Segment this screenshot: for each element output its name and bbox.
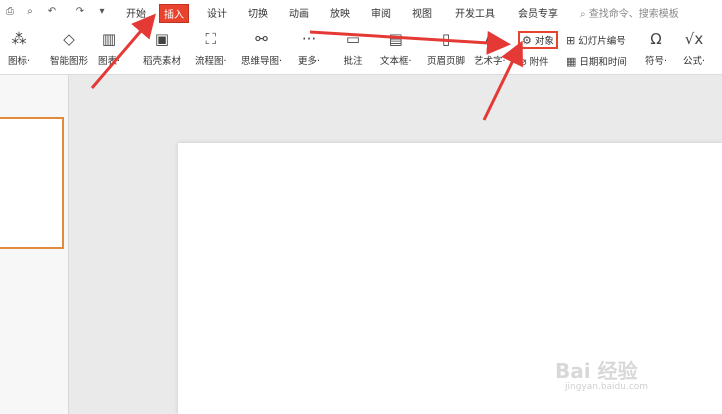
- comment-icon: ▭: [345, 30, 361, 48]
- formula-button[interactable]: √x 公式·: [683, 29, 705, 71]
- chart-icon: ▥: [101, 30, 117, 48]
- slide-thumbnail-panel: [0, 75, 69, 414]
- date-time-icon: ▦: [566, 54, 577, 68]
- smartart-button[interactable]: ◇ 智能图形: [50, 29, 88, 71]
- watermark-url: jingyan.baidu.com: [565, 382, 649, 392]
- slide-canvas[interactable]: [178, 143, 722, 414]
- tab-slideshow[interactable]: 放映: [330, 5, 350, 20]
- smartart-icon: ◇: [63, 30, 75, 48]
- material-button[interactable]: ▣ 稻壳素材: [143, 29, 181, 71]
- icon-library-icon: ⁂: [11, 30, 27, 48]
- flowchart-icon: ⛶: [205, 30, 217, 48]
- slide-thumbnail[interactable]: [0, 117, 64, 249]
- mindmap-button[interactable]: ⚯ 思维导图·: [241, 29, 282, 71]
- menu-bar: ⎙ ⌕ ↶ ↷ ▾ 开始 插入 设计 切换 动画 放映 审阅 视图 开发工具 会…: [0, 0, 722, 24]
- object-highlight: ⚙ 对象: [518, 31, 558, 49]
- object-button[interactable]: ⚙ 对象: [518, 31, 558, 49]
- material-icon: ▣: [154, 30, 170, 48]
- tab-review[interactable]: 审阅: [371, 5, 391, 20]
- tab-developer[interactable]: 开发工具: [455, 5, 495, 20]
- header-footer-icon: ▯: [441, 30, 451, 48]
- textbox-icon: ▤: [388, 30, 403, 48]
- tab-start[interactable]: 开始: [126, 5, 146, 20]
- search-icon: ⌕: [580, 9, 589, 20]
- textbox-button[interactable]: ▤ 文本框·: [380, 29, 412, 71]
- redo-icon[interactable]: ↷: [74, 5, 86, 17]
- search-box[interactable]: ⌕ 查找命令、搜索模板: [580, 5, 679, 20]
- tab-transition[interactable]: 切换: [248, 5, 268, 20]
- object-icon: ⚙: [522, 34, 532, 47]
- mindmap-icon: ⚯: [255, 30, 268, 48]
- tab-view[interactable]: 视图: [412, 5, 432, 20]
- tab-insert[interactable]: 插入: [159, 4, 189, 23]
- comment-button[interactable]: ▭ 批注: [342, 29, 364, 71]
- slide-number-button[interactable]: ⊞ 幻灯片编号: [566, 33, 626, 48]
- symbol-button[interactable]: Ω 符号·: [645, 29, 667, 71]
- flowchart-button[interactable]: ⛶ 流程图·: [195, 29, 227, 71]
- tab-member[interactable]: 会员专享: [518, 5, 558, 20]
- search-placeholder: 查找命令、搜索模板: [588, 9, 679, 20]
- date-time-button[interactable]: ▦ 日期和时间: [566, 54, 627, 69]
- wordart-icon: A: [484, 30, 495, 48]
- tab-animation[interactable]: 动画: [289, 5, 309, 20]
- icon-library-button[interactable]: ⁂ 图标·: [8, 29, 30, 71]
- print-icon[interactable]: ⎙: [4, 5, 16, 17]
- preview-icon[interactable]: ⌕: [24, 5, 36, 17]
- insert-ribbon: ⁂ 图标· ◇ 智能图形 ▥ 图表· ▣ 稻壳素材 ⛶ 流程图· ⚯ 思维导图·…: [0, 24, 722, 75]
- header-footer-button[interactable]: ▯ 页眉页脚: [427, 29, 465, 71]
- more-button[interactable]: ··· 更多·: [298, 29, 320, 71]
- attachment-button[interactable]: ⌀ 附件: [520, 54, 549, 69]
- chart-button[interactable]: ▥ 图表·: [98, 29, 120, 71]
- customize-icon[interactable]: ▾: [96, 5, 108, 17]
- wordart-button[interactable]: A 艺术字·: [474, 29, 506, 71]
- more-icon: ···: [301, 30, 317, 48]
- undo-icon[interactable]: ↶: [46, 5, 58, 17]
- attachment-icon: ⌀: [520, 54, 527, 68]
- formula-icon: √x: [684, 30, 704, 48]
- symbol-icon: Ω: [650, 30, 662, 48]
- slide-number-icon: ⊞: [566, 33, 576, 47]
- watermark-logo: Bai 经验: [555, 359, 638, 383]
- tab-design[interactable]: 设计: [207, 5, 227, 20]
